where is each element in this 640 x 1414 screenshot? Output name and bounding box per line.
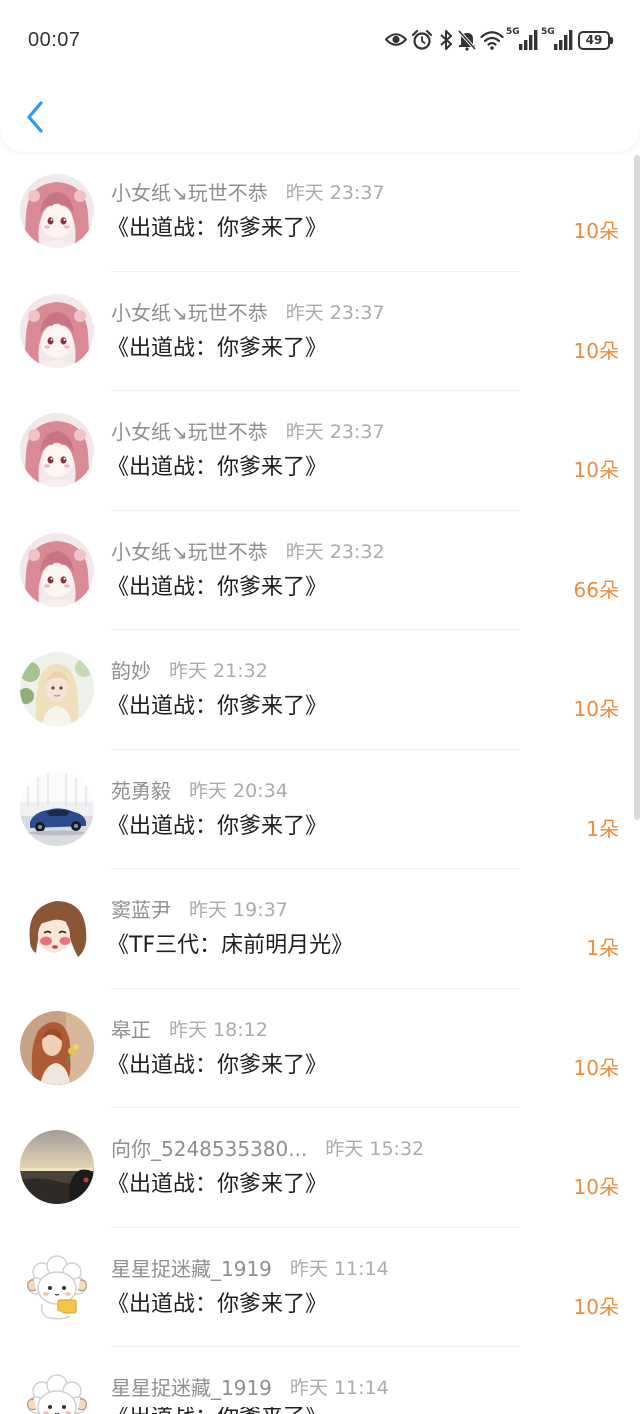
sender-name[interactable]: 窦蓝尹: [111, 897, 171, 923]
row-meta: 星星捉迷藏_1919 昨天 11:14: [111, 1375, 389, 1401]
gift-time: 昨天 19:37: [189, 899, 288, 921]
gift-amount: 10朵: [573, 1175, 619, 1199]
gift-time: 昨天 20:34: [189, 779, 288, 802]
work-title: 《出道战：你爹来了》: [107, 1172, 328, 1197]
gift-amount: 1朵: [586, 936, 619, 960]
avatar[interactable]: [20, 891, 94, 965]
work-title: 《出道战：你爹来了》: [107, 1407, 327, 1414]
work-title: 《出道战：你爹来了》: [107, 574, 328, 600]
wifi-icon: [480, 31, 504, 50]
scrollbar-thumb[interactable]: [634, 155, 640, 820]
avatar[interactable]: [20, 413, 94, 487]
sender-name[interactable]: 韵妙: [111, 658, 151, 684]
sender-name[interactable]: 苑勇毅: [111, 778, 171, 804]
eye-icon: [385, 33, 407, 46]
row-meta: 小女纸↘玩世不恭 昨天 23:37: [111, 419, 385, 445]
gift-row[interactable]: 星星捉迷藏_1919 昨天 11:14 《出道战：你爹来了》 10朵: [0, 1227, 640, 1347]
gift-amount: 1朵: [586, 816, 619, 841]
gift-row[interactable]: 小女纸↘玩世不恭 昨天 23:37 《出道战：你爹来了》 10朵: [0, 152, 640, 272]
work-title: 《出道战：你爹来了》: [107, 216, 328, 241]
gift-time: 昨天 23:37: [285, 301, 385, 324]
gift-amount: 10朵: [573, 1055, 619, 1080]
sender-name[interactable]: 小女纸↘玩世不恭: [111, 539, 268, 565]
gift-row[interactable]: 向你_5248535380... 昨天 15:32 《出道战：你爹来了》 10朵: [0, 1108, 640, 1228]
gift-time: 昨天 23:32: [285, 540, 385, 563]
avatar[interactable]: [20, 293, 94, 368]
work-title: 《出道战：你爹来了》: [107, 813, 328, 839]
avatar[interactable]: [20, 532, 94, 607]
gift-time: 昨天 23:37: [285, 421, 385, 443]
row-meta: 小女纸↘玩世不恭 昨天 23:37: [111, 180, 385, 206]
sender-name[interactable]: 小女纸↘玩世不恭: [111, 180, 268, 206]
status-time: 00:07: [28, 29, 81, 51]
avatar[interactable]: [20, 1369, 94, 1414]
row-meta: 向你_5248535380... 昨天 15:32: [111, 1136, 424, 1162]
chevron-left-icon: [27, 101, 43, 133]
gift-amount: 10朵: [573, 697, 619, 721]
gift-records-screen: 00:07 5G 5G 49 小女纸↘玩世不恭 昨天 23:37 《出道战：你爹…: [0, 0, 640, 1414]
gift-time: 昨天 23:37: [285, 182, 385, 204]
gift-time: 昨天 21:32: [169, 660, 268, 682]
sender-name[interactable]: 星星捉迷藏_1919: [111, 1375, 272, 1401]
gift-row[interactable]: 小女纸↘玩世不恭 昨天 23:37 《出道战：你爹来了》 10朵: [0, 391, 640, 511]
sender-name[interactable]: 向你_5248535380...: [111, 1136, 307, 1162]
gift-time: 昨天 11:14: [289, 1257, 389, 1280]
row-meta: 星星捉迷藏_1919 昨天 11:14: [111, 1256, 389, 1282]
gift-time: 昨天 11:14: [289, 1377, 389, 1399]
gift-row[interactable]: 星星捉迷藏_1919 昨天 11:14 《出道战：你爹来了》: [0, 1347, 640, 1414]
row-meta: 小女纸↘玩世不恭 昨天 23:32: [111, 539, 385, 565]
gift-row[interactable]: 韵妙 昨天 21:32 《出道战：你爹来了》 10朵: [0, 630, 640, 750]
row-meta: 小女纸↘玩世不恭 昨天 23:37: [111, 300, 385, 326]
sender-name[interactable]: 小女纸↘玩世不恭: [111, 300, 268, 326]
bluetooth-icon: [440, 30, 452, 50]
avatar[interactable]: [20, 1249, 94, 1324]
gift-amount: 10朵: [573, 219, 619, 243]
header: 00:07 5G 5G 49: [0, 0, 640, 152]
avatar[interactable]: [20, 771, 94, 846]
work-title: 《TF三代：床前明月光》: [107, 933, 354, 958]
work-title: 《出道战：你爹来了》: [107, 1052, 328, 1078]
work-title: 《出道战：你爹来了》: [107, 335, 328, 361]
alarm-icon: [411, 29, 433, 50]
signal-icon: 5G: [541, 28, 573, 51]
work-title: 《出道战：你爹来了》: [107, 1291, 328, 1317]
sender-name[interactable]: 星星捉迷藏_1919: [111, 1256, 272, 1282]
gift-amount: 10朵: [573, 458, 619, 482]
gift-row[interactable]: 小女纸↘玩世不恭 昨天 23:32 《出道战：你爹来了》 66朵: [0, 510, 640, 630]
row-meta: 窦蓝尹 昨天 19:37: [111, 897, 288, 923]
avatar[interactable]: [20, 1130, 94, 1204]
avatar[interactable]: [20, 652, 94, 726]
work-title: 《出道战：你爹来了》: [107, 455, 328, 480]
gift-row[interactable]: 苑勇毅 昨天 20:34 《出道战：你爹来了》 1朵: [0, 749, 640, 869]
work-title: 《出道战：你爹来了》: [107, 694, 328, 719]
gift-amount: 66朵: [573, 577, 619, 602]
sender-name[interactable]: 皋正: [111, 1017, 151, 1043]
gift-time: 昨天 18:12: [169, 1018, 268, 1041]
battery-cap: [610, 37, 613, 44]
bell-off-icon: [457, 29, 477, 51]
battery-level: 49: [585, 33, 603, 47]
row-meta: 苑勇毅 昨天 20:34: [111, 778, 288, 804]
sender-name[interactable]: 小女纸↘玩世不恭: [111, 419, 268, 445]
gift-row[interactable]: 窦蓝尹 昨天 19:37 《TF三代：床前明月光》 1朵: [0, 869, 640, 989]
back-button[interactable]: [16, 96, 54, 138]
avatar[interactable]: [20, 174, 94, 248]
gift-time: 昨天 15:32: [325, 1138, 425, 1160]
gift-amount: 10朵: [573, 1294, 619, 1319]
gift-row[interactable]: 皋正 昨天 18:12 《出道战：你爹来了》 10朵: [0, 988, 640, 1108]
gift-amount: 10朵: [573, 338, 619, 363]
battery-icon: 49: [578, 31, 610, 50]
signal-icon: 5G: [506, 28, 538, 51]
gift-row[interactable]: 小女纸↘玩世不恭 昨天 23:37 《出道战：你爹来了》 10朵: [0, 271, 640, 391]
row-meta: 韵妙 昨天 21:32: [111, 658, 268, 684]
row-meta: 皋正 昨天 18:12: [111, 1017, 268, 1043]
avatar[interactable]: [20, 1010, 94, 1085]
